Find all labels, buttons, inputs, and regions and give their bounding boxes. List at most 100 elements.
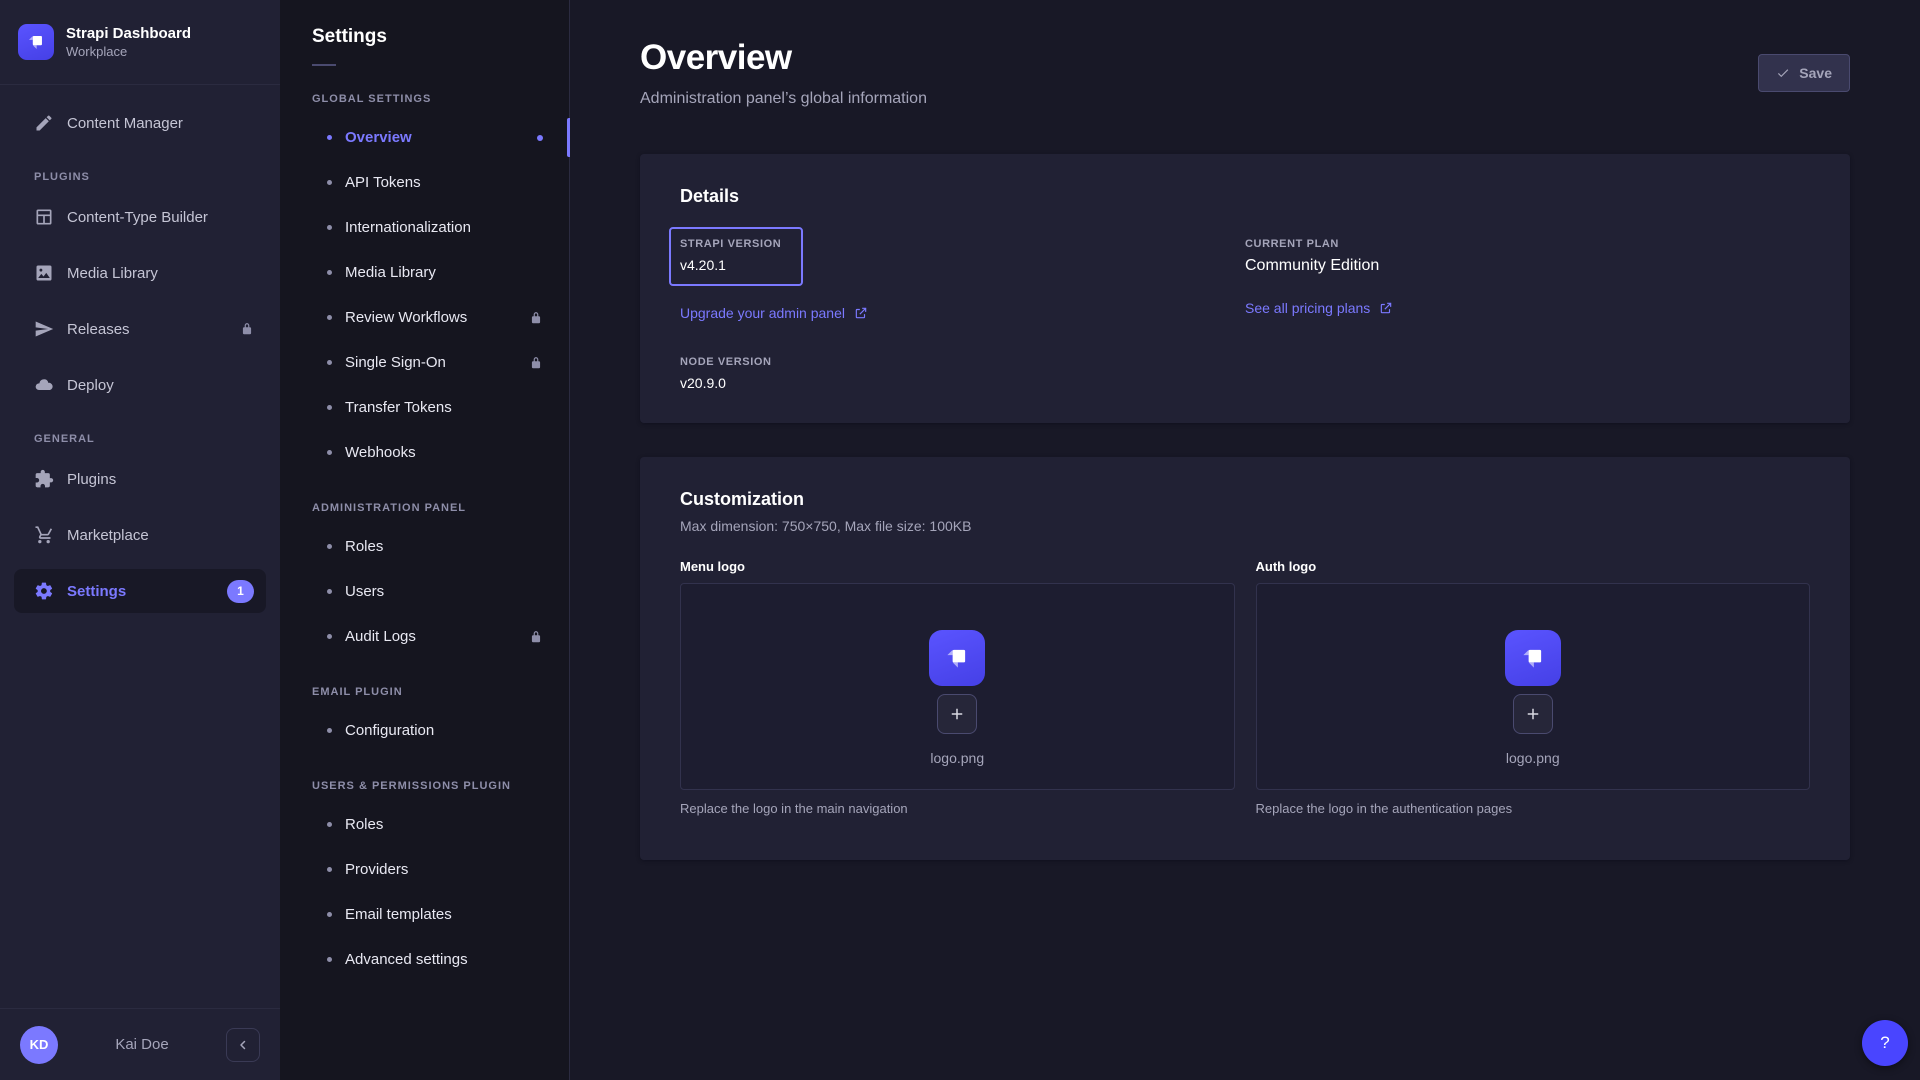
external-link-icon — [1379, 301, 1393, 315]
puzzle-icon — [34, 469, 54, 489]
settings-notification-badge: 1 — [227, 580, 254, 603]
subnav-item-email-templates[interactable]: Email templates — [280, 892, 569, 937]
subnav-item-media-library[interactable]: Media Library — [280, 250, 569, 295]
subnav-item-transfer-tokens[interactable]: Transfer Tokens — [280, 385, 569, 430]
user-name: Kai Doe — [58, 1036, 226, 1053]
subnav-section-users-permissions-plugin: USERS & PERMISSIONS PLUGIN — [312, 780, 537, 792]
subnav-item-providers[interactable]: Providers — [280, 847, 569, 892]
plus-icon — [1524, 705, 1542, 723]
subnav-title: Settings — [312, 26, 569, 48]
auth-logo-add-button[interactable] — [1513, 694, 1553, 734]
sidebar-item-settings[interactable]: Settings 1 — [14, 569, 266, 613]
details-right-column: CURRENT PLAN Community Edition See all p… — [1245, 227, 1810, 391]
bullet-icon — [327, 225, 332, 230]
subnav-item-advanced-settings[interactable]: Advanced settings — [280, 937, 569, 982]
cloud-icon — [34, 375, 54, 395]
save-button[interactable]: Save — [1758, 54, 1850, 92]
subnav-item-internationalization[interactable]: Internationalization — [280, 205, 569, 250]
bullet-icon — [327, 135, 332, 140]
strapi-logo-icon — [942, 643, 972, 673]
auth-logo-hint: Replace the logo in the authentication p… — [1256, 801, 1811, 816]
bullet-icon — [327, 867, 332, 872]
subnav-item-audit-logs[interactable]: Audit Logs — [280, 614, 569, 659]
sidebar-item-content-type-builder[interactable]: Content-Type Builder — [14, 195, 266, 239]
subnav-item-label: Email templates — [345, 906, 452, 923]
lock-icon — [529, 356, 543, 370]
subnav-item-roles[interactable]: Roles — [280, 524, 569, 569]
subnav-item-api-tokens[interactable]: API Tokens — [280, 160, 569, 205]
subnav-item-up-roles[interactable]: Roles — [280, 802, 569, 847]
divider — [312, 64, 336, 66]
save-button-label: Save — [1799, 65, 1832, 81]
sidebar-item-label: Settings — [67, 583, 126, 600]
subnav-item-label: Providers — [345, 861, 408, 878]
auth-logo-label: Auth logo — [1256, 559, 1811, 574]
sidebar-item-releases[interactable]: Releases — [14, 307, 266, 351]
details-card: Details STRAPI VERSION v4.20.1 Upgrade y… — [640, 154, 1850, 423]
subnav-list: Roles Users Audit Logs — [280, 524, 569, 659]
subnav-section-administration-panel: ADMINISTRATION PANEL — [312, 502, 537, 514]
main-nav-list: Content Manager PLUGINS Content-Type Bui… — [0, 85, 280, 625]
auth-logo-filename: logo.png — [1506, 750, 1560, 766]
page-header: Overview Administration panel’s global i… — [640, 38, 1850, 108]
collapse-sidebar-button[interactable] — [226, 1028, 260, 1062]
page-title: Overview — [640, 38, 927, 78]
subnav-section-global-settings: GLOBAL SETTINGS — [312, 93, 537, 105]
pricing-plans-link[interactable]: See all pricing plans — [1245, 300, 1393, 316]
plus-icon — [948, 705, 966, 723]
strapi-logo — [18, 24, 54, 60]
subnav-item-label: Roles — [345, 538, 383, 555]
gear-icon — [34, 581, 54, 601]
logos-grid: Menu logo logo.png Replace the logo — [680, 559, 1810, 816]
avatar: KD — [20, 1026, 58, 1064]
node-version-value: v20.9.0 — [680, 375, 1245, 391]
subnav-section-email-plugin: EMAIL PLUGIN — [312, 686, 537, 698]
sidebar-item-plugins[interactable]: Plugins — [14, 457, 266, 501]
sidebar-item-marketplace[interactable]: Marketplace — [14, 513, 266, 557]
image-icon — [34, 263, 54, 283]
subnav-item-label: Transfer Tokens — [345, 399, 452, 416]
customization-card-title: Customization — [680, 489, 1810, 510]
current-plan-value: Community Edition — [1245, 257, 1810, 275]
subnav-item-label: Advanced settings — [345, 951, 468, 968]
node-version-block: NODE VERSION v20.9.0 — [680, 356, 1245, 391]
sidebar-item-label: Media Library — [67, 265, 158, 282]
subnav-item-overview[interactable]: Overview — [280, 115, 569, 160]
help-button[interactable]: ? — [1862, 1020, 1908, 1066]
paper-plane-icon — [34, 319, 54, 339]
menu-logo-dropzone[interactable]: logo.png — [680, 583, 1235, 790]
settings-subnav: Settings GLOBAL SETTINGS Overview API To… — [280, 0, 570, 1080]
bullet-icon — [327, 912, 332, 917]
subnav-item-label: Review Workflows — [345, 309, 467, 326]
external-link-icon — [854, 306, 868, 320]
bullet-icon — [327, 589, 332, 594]
subnav-item-webhooks[interactable]: Webhooks — [280, 430, 569, 475]
bullet-icon — [327, 270, 332, 275]
details-grid: STRAPI VERSION v4.20.1 Upgrade your admi… — [680, 227, 1810, 391]
strapi-version-highlight: STRAPI VERSION v4.20.1 — [669, 227, 803, 286]
page-subtitle: Administration panel’s global informatio… — [640, 90, 927, 108]
upgrade-admin-panel-link[interactable]: Upgrade your admin panel — [680, 305, 868, 321]
strapi-logo-icon — [1518, 643, 1548, 673]
subnav-item-review-workflows[interactable]: Review Workflows — [280, 295, 569, 340]
strapi-logo-icon — [25, 31, 47, 53]
bullet-icon — [327, 957, 332, 962]
user-menu[interactable]: KD Kai Doe — [0, 1008, 280, 1080]
sidebar-item-deploy[interactable]: Deploy — [14, 363, 266, 407]
menu-logo-add-button[interactable] — [937, 694, 977, 734]
sidebar-item-media-library[interactable]: Media Library — [14, 251, 266, 295]
sidebar-section-plugins: PLUGINS — [34, 171, 266, 183]
bullet-icon — [327, 180, 332, 185]
subnav-item-users[interactable]: Users — [280, 569, 569, 614]
auth-logo-preview — [1505, 630, 1561, 686]
subnav-item-label: Single Sign-On — [345, 354, 446, 371]
bullet-icon — [327, 634, 332, 639]
subnav-item-label: Users — [345, 583, 384, 600]
main-sidebar: Strapi Dashboard Workplace Content Manag… — [0, 0, 280, 1080]
current-plan-label: CURRENT PLAN — [1245, 238, 1810, 250]
subnav-item-single-sign-on[interactable]: Single Sign-On — [280, 340, 569, 385]
auth-logo-dropzone[interactable]: logo.png — [1256, 583, 1811, 790]
sidebar-item-content-manager[interactable]: Content Manager — [14, 101, 266, 145]
subnav-item-configuration[interactable]: Configuration — [280, 708, 569, 753]
auth-logo-field: Auth logo logo.png Replace the logo — [1256, 559, 1811, 816]
